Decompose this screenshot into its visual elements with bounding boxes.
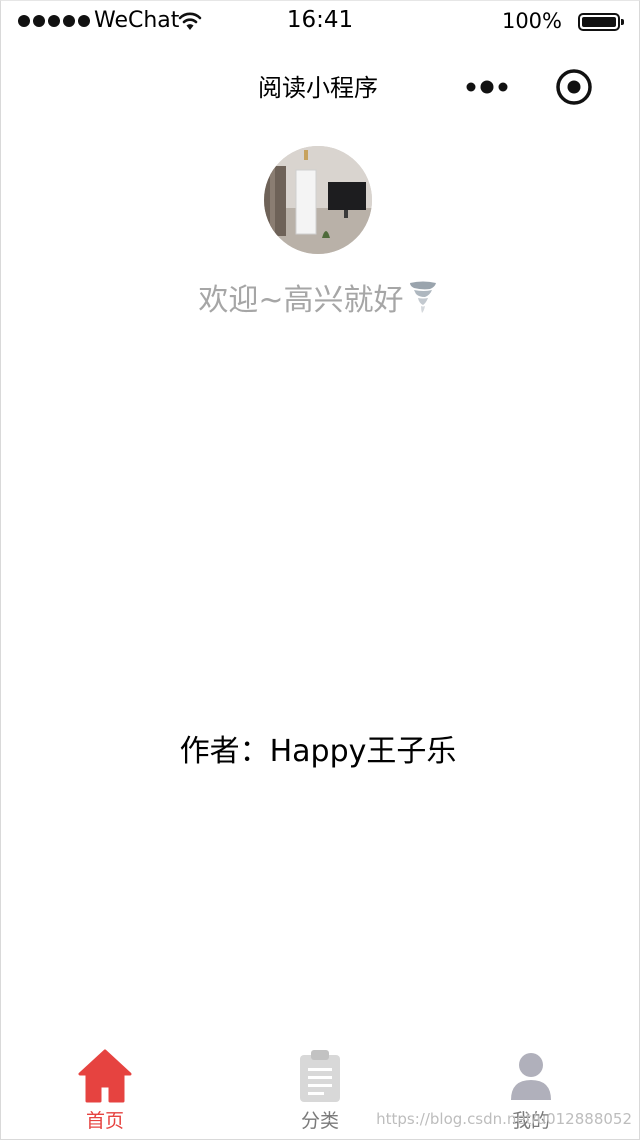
clipboard-icon — [300, 1050, 340, 1102]
battery-percent: 100% — [501, 9, 562, 33]
battery-icon — [578, 13, 624, 31]
avatar — [264, 146, 372, 254]
tab-home[interactable]: 首页 — [35, 1048, 175, 1133]
page-title: 阅读小程序 — [258, 74, 378, 102]
watermark: https://blog.csdn.net/u012888052 — [376, 1110, 632, 1128]
status-bar: WeChat 16:41 100% — [0, 0, 640, 44]
home-icon — [78, 1049, 132, 1103]
tab-home-label: 首页 — [85, 1110, 124, 1132]
more-dots-icon[interactable] — [465, 79, 511, 95]
tornado-icon — [409, 281, 436, 313]
target-circle-icon[interactable] — [555, 68, 593, 106]
tab-category-label: 分类 — [300, 1110, 339, 1132]
welcome-text: 欢迎~高兴就好 — [198, 283, 404, 318]
author-text: 作者：Happy王子乐 — [179, 734, 457, 769]
welcome-message: 欢迎~高兴就好 — [0, 275, 636, 319]
user-icon — [511, 1053, 551, 1100]
tab-category[interactable]: 分类 — [250, 1048, 390, 1133]
